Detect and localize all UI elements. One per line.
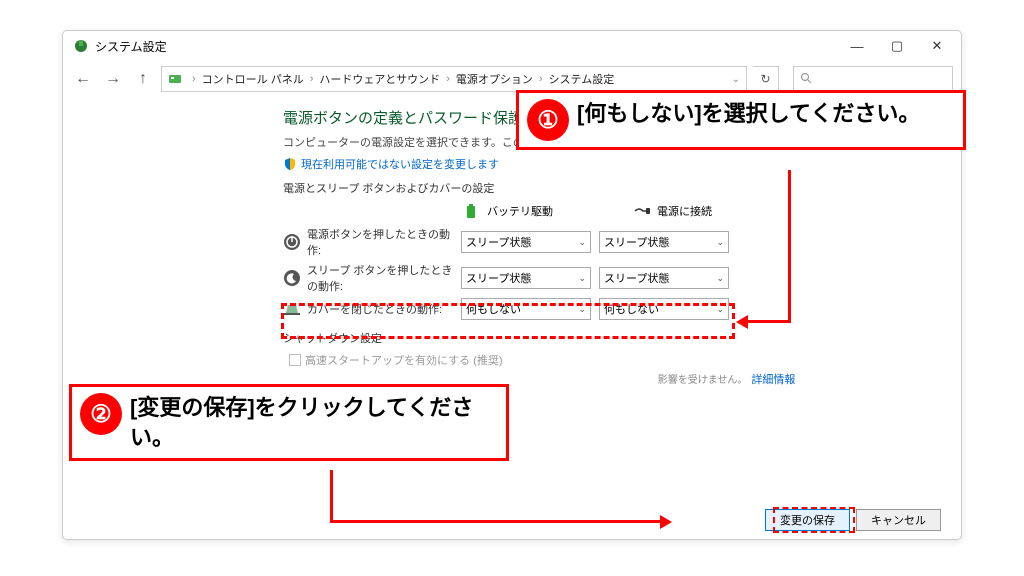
control-panel-icon	[168, 72, 182, 86]
callout-number-2: ②	[80, 393, 122, 435]
shield-icon	[283, 157, 297, 171]
arrow-2-h	[330, 520, 660, 523]
search-input[interactable]	[793, 66, 953, 92]
dialog-footer: 変更の保存 キャンセル	[765, 509, 941, 531]
battery-column-header: バッテリ駆動	[463, 202, 553, 220]
power-button-row: 電源ボタンを押したときの動作: スリープ状態⌄ スリープ状態⌄	[283, 226, 921, 258]
sleep-button-battery-select[interactable]: スリープ状態⌄	[461, 267, 591, 289]
callout-step-1: ① [何もしない]を選択してください。	[516, 90, 966, 150]
moon-icon	[283, 269, 301, 287]
search-icon	[800, 72, 812, 87]
arrow-2-head	[660, 515, 672, 529]
section-power-sleep-title: 電源とスリープ ボタンおよびカバーの設定	[283, 180, 921, 196]
fast-startup-checkbox[interactable]	[289, 354, 301, 366]
maximize-button[interactable]: ▢	[877, 32, 917, 60]
sleep-button-row: スリープ ボタンを押したときの動作: スリープ状態⌄ スリープ状態⌄	[283, 262, 921, 294]
titlebar: システム設定 — ▢ ✕	[63, 31, 961, 61]
breadcrumb-item[interactable]: ハードウェアとサウンド	[319, 71, 440, 87]
cancel-button[interactable]: キャンセル	[856, 509, 941, 531]
power-button-battery-select[interactable]: スリープ状態⌄	[461, 231, 591, 253]
refresh-button[interactable]: ↻	[753, 66, 779, 92]
breadcrumb-item[interactable]: コントロール パネル	[202, 71, 304, 87]
save-changes-button[interactable]: 変更の保存	[765, 509, 850, 531]
breadcrumb-item[interactable]: 電源オプション	[456, 71, 533, 87]
breadcrumb-item[interactable]: システム設定	[549, 71, 615, 87]
dropdown-caret-icon[interactable]: ⌄	[732, 74, 740, 85]
up-button[interactable]: ↑	[131, 67, 155, 91]
breadcrumb-sep: ›	[192, 73, 196, 85]
fast-startup-checkbox-row: 高速スタートアップを有効にする (推奨)	[289, 352, 921, 368]
callout-text-2: [変更の保存]をクリックしてください。	[130, 387, 506, 458]
window-title: システム設定	[95, 38, 167, 55]
callout-step-2: ② [変更の保存]をクリックしてください。	[69, 384, 509, 461]
minimize-button[interactable]: —	[837, 32, 877, 60]
power-icon	[283, 233, 301, 251]
plugged-column-header: 電源に接続	[633, 202, 712, 220]
power-button-label: 電源ボタンを押したときの動作:	[283, 226, 453, 258]
close-button[interactable]: ✕	[917, 32, 957, 60]
fast-startup-label: 高速スタートアップを有効にする (推奨)	[305, 352, 503, 368]
detail-info-link[interactable]: 詳細情報	[751, 371, 795, 387]
app-icon	[73, 38, 89, 54]
plug-icon	[633, 202, 651, 220]
address-bar[interactable]: › コントロール パネル › ハードウェアとサウンド › 電源オプション › シ…	[161, 66, 747, 92]
power-button-plugged-select[interactable]: スリープ状態⌄	[599, 231, 729, 253]
column-headers: バッテリ駆動 電源に接続	[463, 202, 921, 220]
lid-row-highlight	[281, 303, 735, 339]
callout-text-1: [何もしない]を選択してください。	[577, 93, 930, 135]
back-button[interactable]: ←	[71, 67, 95, 91]
sleep-button-label: スリープ ボタンを押したときの動作:	[283, 262, 453, 294]
callout-number-1: ①	[527, 99, 569, 141]
arrow-1-h	[748, 320, 791, 323]
change-settings-link[interactable]: 現在利用可能ではない設定を変更します	[283, 156, 921, 172]
sleep-button-plugged-select[interactable]: スリープ状態⌄	[599, 267, 729, 289]
battery-icon	[463, 202, 481, 220]
arrow-1-v	[788, 170, 791, 322]
arrow-2-v	[330, 470, 333, 522]
arrow-1-head	[736, 315, 748, 329]
forward-button[interactable]: →	[101, 67, 125, 91]
